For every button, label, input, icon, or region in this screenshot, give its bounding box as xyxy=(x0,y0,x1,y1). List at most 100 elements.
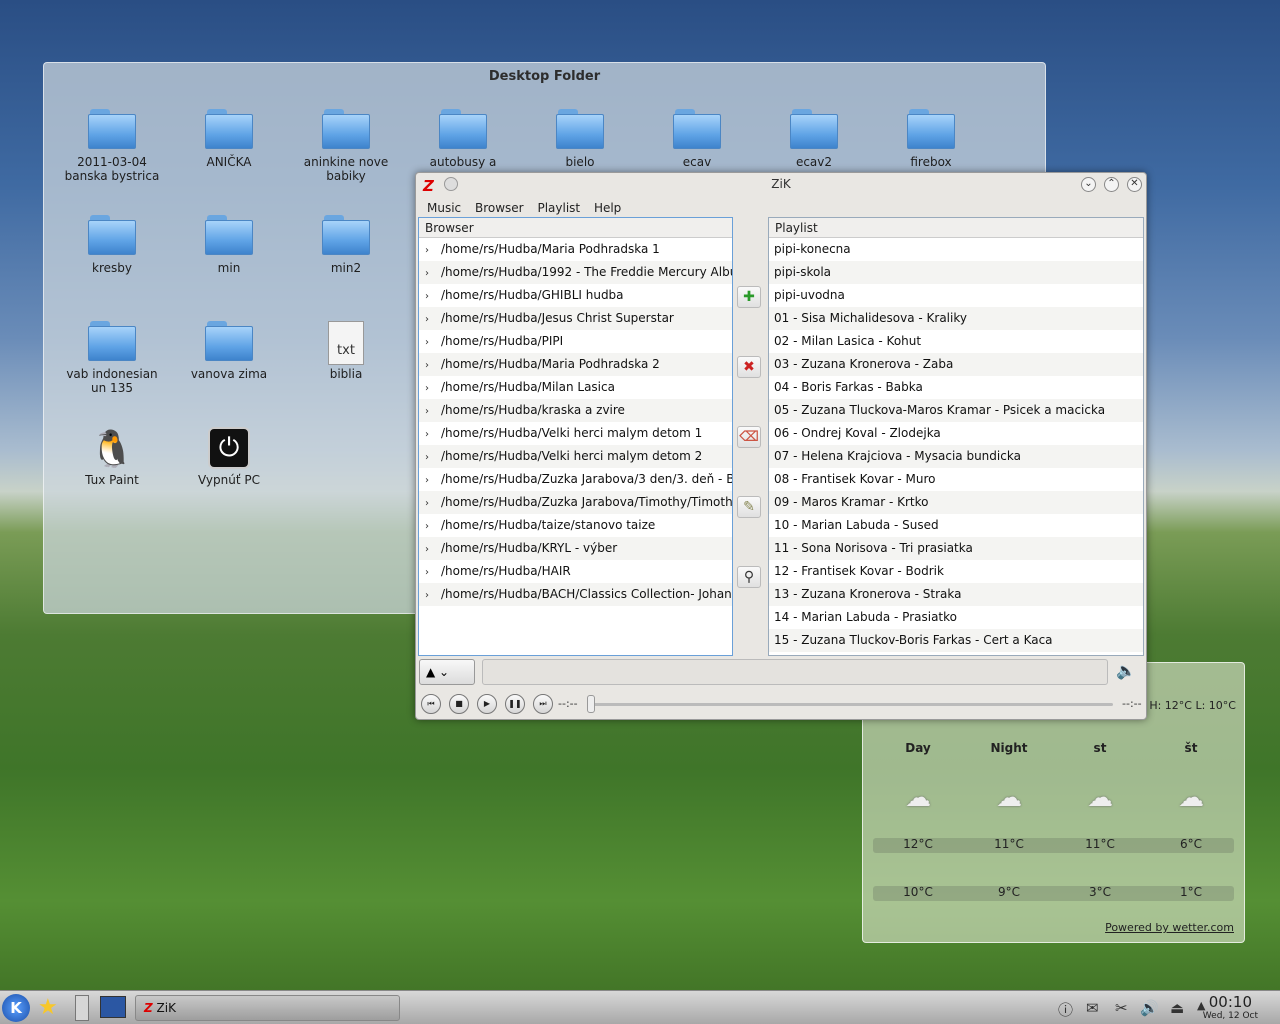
playlist-row[interactable]: 04 - Boris Farkas - Babka xyxy=(769,376,1143,399)
playlist-row[interactable]: 10 - Marian Labuda - Sused xyxy=(769,514,1143,537)
browser-row[interactable]: ›/home/rs/Hudba/BACH/Classics Collection… xyxy=(419,583,732,606)
expand-arrow-icon[interactable]: › xyxy=(425,285,441,307)
browser-row[interactable]: ›/home/rs/Hudba/Velki herci malym detom … xyxy=(419,422,732,445)
browser-row[interactable]: ›/home/rs/Hudba/GHIBLI hudba xyxy=(419,284,732,307)
playlist-row[interactable]: 12 - Frantisek Kovar - Bodrik xyxy=(769,560,1143,583)
expand-arrow-icon[interactable]: › xyxy=(425,538,441,560)
expand-arrow-icon[interactable]: › xyxy=(425,262,441,284)
playlist-row[interactable]: 05 - Zuzana Tluckova-Maros Kramar - Psic… xyxy=(769,399,1143,422)
expand-arrow-icon[interactable]: › xyxy=(425,331,441,353)
desktop-icon[interactable]: min xyxy=(174,215,284,275)
scissors-icon[interactable]: ✂ xyxy=(1115,999,1128,1017)
expand-arrow-icon[interactable]: › xyxy=(425,446,441,468)
task-zik[interactable]: Z ZiK xyxy=(135,995,400,1021)
browser-row[interactable]: ›/home/rs/Hudba/kraska a zvire xyxy=(419,399,732,422)
expand-arrow-icon[interactable]: › xyxy=(425,308,441,330)
playlist-row[interactable]: pipi-konecna xyxy=(769,238,1143,261)
expand-arrow-icon[interactable]: › xyxy=(425,469,441,491)
browser-row[interactable]: ›/home/rs/Hudba/Jesus Christ Superstar xyxy=(419,307,732,330)
play-button[interactable]: ▶ xyxy=(477,694,497,714)
clock[interactable]: 00:10 Wed, 12 Oct xyxy=(1203,993,1258,1021)
edit-button[interactable]: ✎ xyxy=(737,496,761,518)
menu-browser[interactable]: Browser xyxy=(470,197,529,219)
desktop-icon[interactable]: txt biblia xyxy=(291,321,401,381)
browser-row[interactable]: ›/home/rs/Hudba/Milan Lasica xyxy=(419,376,732,399)
playlist-row[interactable]: 01 - Sisa Michalidesova - Kraliky xyxy=(769,307,1143,330)
desktop-icon[interactable]: ecav xyxy=(642,109,752,169)
zik-app-icon[interactable]: Z xyxy=(423,175,434,197)
browser-panel[interactable]: Browser ›/home/rs/Hudba/Maria Podhradska… xyxy=(418,217,733,656)
browser-row[interactable]: ›/home/rs/Hudba/Zuzka Jarabova/3 den/3. … xyxy=(419,468,732,491)
playlist-row[interactable]: 08 - Frantisek Kovar - Muro xyxy=(769,468,1143,491)
playlist-panel[interactable]: Playlist pipi-konecna pipi-skola pipi-uvod… xyxy=(768,217,1144,656)
desktop-icon[interactable]: autobusy a xyxy=(408,109,518,169)
seek-slider[interactable] xyxy=(588,703,1113,706)
desktop-icon[interactable]: 2011-03-04 banska bystrica xyxy=(57,109,167,183)
expand-arrow-icon[interactable]: › xyxy=(425,515,441,537)
expand-arrow-icon[interactable]: › xyxy=(425,400,441,422)
zik-titlebar[interactable]: Z ZiK ⌄ ⌃ ✕ xyxy=(416,173,1146,197)
desktop-icon[interactable]: aninkine nove babiky xyxy=(291,109,401,183)
volume-tray-icon[interactable]: 🔊 xyxy=(1140,999,1159,1017)
find-button[interactable]: ⚲ xyxy=(737,566,761,588)
playlist-row[interactable]: 11 - Sona Norisova - Tri prasiatka xyxy=(769,537,1143,560)
browser-row[interactable]: ›/home/rs/Hudba/HAIR xyxy=(419,560,732,583)
info-icon[interactable]: ⓘ xyxy=(1058,999,1073,1020)
repeat-mode-select[interactable]: ▲ ⌄ xyxy=(419,659,475,685)
maximize-button[interactable]: ⌃ xyxy=(1104,177,1119,192)
browser-header[interactable]: Browser xyxy=(419,218,732,238)
remove-button[interactable]: ✖ xyxy=(737,356,761,378)
seek-handle[interactable] xyxy=(587,695,595,713)
favorites-star-icon[interactable]: ★ xyxy=(38,995,58,1020)
expand-arrow-icon[interactable]: › xyxy=(425,239,441,261)
minimize-button[interactable]: ⌄ xyxy=(1081,177,1096,192)
mail-icon[interactable]: ✉ xyxy=(1086,999,1099,1017)
kde-menu-button[interactable]: K xyxy=(2,994,30,1022)
pause-button[interactable]: ❚❚ xyxy=(505,694,525,714)
browser-row[interactable]: ›/home/rs/Hudba/1992 - The Freddie Mercu… xyxy=(419,261,732,284)
clear-button[interactable]: ⌫ xyxy=(737,426,761,448)
desktop-icon[interactable]: kresby xyxy=(57,215,167,275)
playlist-row[interactable]: 09 - Maros Kramar - Krtko xyxy=(769,491,1143,514)
expand-arrow-icon[interactable]: › xyxy=(425,561,441,583)
show-desktop-icon[interactable] xyxy=(100,996,126,1018)
expand-arrow-icon[interactable]: › xyxy=(425,423,441,445)
browser-row[interactable]: ›/home/rs/Hudba/Maria Podhradska 1 xyxy=(419,238,732,261)
close-button[interactable]: ✕ xyxy=(1127,177,1142,192)
next-button[interactable]: ⏭ xyxy=(533,694,553,714)
desktop-icon[interactable]: ANIČKA xyxy=(174,109,284,169)
browser-row[interactable]: ›/home/rs/Hudba/KRYL - výber xyxy=(419,537,732,560)
desktop-icon[interactable]: bielo xyxy=(525,109,635,169)
playlist-row[interactable]: 07 - Helena Krajciova - Mysacia bundicka xyxy=(769,445,1143,468)
previous-button[interactable]: ⏮ xyxy=(421,694,441,714)
desktop-icon[interactable]: vab indonesian un 135 xyxy=(57,321,167,395)
playlist-row[interactable]: pipi-skola xyxy=(769,261,1143,284)
playlist-header[interactable]: Playlist xyxy=(769,218,1143,238)
browser-row[interactable]: ›/home/rs/Hudba/Velki herci malym detom … xyxy=(419,445,732,468)
expand-arrow-icon[interactable]: › xyxy=(425,492,441,514)
device-notifier-icon[interactable]: ⏏ xyxy=(1170,999,1184,1017)
menu-help[interactable]: Help xyxy=(589,197,626,219)
pin-icon[interactable] xyxy=(444,177,458,191)
playlist-row[interactable]: 02 - Milan Lasica - Kohut xyxy=(769,330,1143,353)
playlist-row[interactable]: 13 - Zuzana Kronerova - Straka xyxy=(769,583,1143,606)
volume-icon[interactable]: 🔈 xyxy=(1116,661,1136,680)
expand-arrow-icon[interactable]: › xyxy=(425,377,441,399)
desktop-icon[interactable]: min2 xyxy=(291,215,401,275)
desktop-icon[interactable]: firebox xyxy=(876,109,986,169)
desktop-icon[interactable]: 🐧 Tux Paint xyxy=(57,427,167,487)
playlist-row[interactable]: 15 - Zuzana Tluckov-Boris Farkas - Cert … xyxy=(769,629,1143,652)
browser-row[interactable]: ›/home/rs/Hudba/Maria Podhradska 2 xyxy=(419,353,732,376)
weather-powered-link[interactable]: Powered by wetter.com xyxy=(1105,921,1234,934)
browser-row[interactable]: ›/home/rs/Hudba/taize/stanovo taize xyxy=(419,514,732,537)
playlist-row[interactable]: pipi-uvodna xyxy=(769,284,1143,307)
playlist-row[interactable]: 03 - Zuzana Kronerova - Zaba xyxy=(769,353,1143,376)
menu-music[interactable]: Music xyxy=(422,197,466,219)
browser-row[interactable]: ›/home/rs/Hudba/Zuzka Jarabova/Timothy/T… xyxy=(419,491,732,514)
stop-button[interactable]: ■ xyxy=(449,694,469,714)
pager-icon[interactable] xyxy=(75,995,89,1021)
desktop-icon[interactable]: vanova zima xyxy=(174,321,284,381)
add-button[interactable]: ✚ xyxy=(737,286,761,308)
menu-playlist[interactable]: Playlist xyxy=(532,197,585,219)
browser-row[interactable]: ›/home/rs/Hudba/PIPI xyxy=(419,330,732,353)
